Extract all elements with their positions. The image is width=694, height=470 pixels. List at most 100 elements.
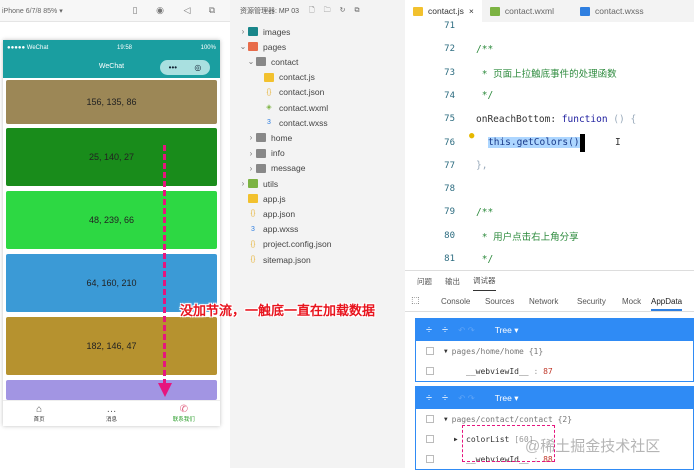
tab-item[interactable]: ✆ 联系我们 <box>159 401 209 426</box>
checkbox[interactable] <box>426 367 434 375</box>
tree-item[interactable]: › home <box>230 130 405 145</box>
volume-icon[interactable]: ◁ <box>182 5 192 16</box>
tree-item[interactable]: ⌄ pages <box>230 39 405 54</box>
tab-item[interactable]: ⌂ 首页 <box>14 401 64 426</box>
tab-label: contact.wxml <box>504 6 554 16</box>
line-number: 72 <box>444 44 455 55</box>
chevron-icon[interactable]: › <box>246 133 256 142</box>
undo-redo-icon[interactable]: ↶ ↷ <box>458 325 475 336</box>
tree-item[interactable]: {} project.config.json <box>230 237 405 252</box>
tree-label: app.js <box>263 193 286 204</box>
code-line[interactable]: 79 /** <box>405 202 694 222</box>
code-line[interactable]: 71 <box>405 16 694 36</box>
code-text: */ <box>476 253 494 265</box>
checkbox[interactable] <box>426 415 434 423</box>
tree-label: project.config.json <box>263 239 332 250</box>
tree-row[interactable]: __webviewId__ : 87 <box>416 361 693 381</box>
tree-item[interactable]: 3 app.wxss <box>230 222 405 237</box>
line-number: 75 <box>444 114 455 125</box>
close-mini-program-icon[interactable]: ◎ <box>194 60 201 75</box>
tree-item[interactable]: › images <box>230 24 405 39</box>
tree-item[interactable]: › message <box>230 161 405 176</box>
checkbox[interactable] <box>426 347 434 355</box>
simulator-toolbar: iPhone 6/7/8 85% ▾ ▯ ◉ ◁ ⧉ <box>0 0 230 22</box>
devtools-tab[interactable]: Security <box>577 293 606 311</box>
devtools-tab[interactable]: AppData <box>651 293 683 311</box>
chevron-icon[interactable]: › <box>238 179 248 188</box>
undo-redo-icon[interactable]: ↶ ↷ <box>458 393 475 404</box>
code-line[interactable]: 76 this.getColors() ● I <box>405 131 694 153</box>
code-line[interactable]: 78 <box>405 179 694 199</box>
tree-item[interactable]: {} contact.json <box>230 85 405 100</box>
tree-item[interactable]: app.js <box>230 191 405 206</box>
capsule-menu[interactable]: ••• ◎ <box>160 60 210 75</box>
devtools-tab[interactable]: Console <box>441 293 470 311</box>
tree-item[interactable]: ⌄ contact <box>230 54 405 69</box>
tree-item[interactable]: {} app.json <box>230 206 405 221</box>
code-text: }, <box>476 160 488 172</box>
devtools-tab[interactable]: Sources <box>485 293 514 311</box>
code-keyword: function <box>561 113 608 125</box>
line-number: 73 <box>444 67 455 78</box>
lightbulb-icon[interactable]: ● <box>469 131 474 141</box>
tree-item[interactable]: › utils <box>230 176 405 191</box>
wxss-file-icon: 3 <box>267 119 271 127</box>
devtools-top-tab[interactable]: 调试器 <box>473 271 496 291</box>
annotation-text: 没加节流，一触底一直在加载数据 <box>180 303 376 318</box>
record-icon[interactable]: ◉ <box>155 5 165 16</box>
code-line[interactable]: 80 * 用户点击右上角分享 <box>405 226 694 246</box>
code-line[interactable]: 74 */ <box>405 86 694 106</box>
collapse-all-icon[interactable]: ÷ <box>442 392 448 404</box>
color-label: 48, 239, 66 <box>88 215 135 225</box>
color-block: 25, 140, 27 <box>6 128 217 186</box>
detach-window-icon[interactable]: ⧉ <box>207 5 217 16</box>
home-icon: ⌂ <box>36 404 43 415</box>
code-line[interactable]: 77}, <box>405 156 694 176</box>
expand-all-icon[interactable]: ÷ <box>426 392 432 404</box>
inspect-icon[interactable]: ⬚ <box>411 295 420 306</box>
devtools-top-tab[interactable]: 输出 <box>445 271 460 291</box>
tree-mode-select[interactable]: Tree ▾ <box>495 393 519 404</box>
color-label: 182, 146, 47 <box>86 341 137 351</box>
chevron-icon[interactable]: ⌄ <box>246 57 256 66</box>
code-line[interactable]: 73 * 页面上拉触底事件的处理函数 <box>405 63 694 83</box>
collapse-all-icon[interactable]: ÷ <box>442 324 448 336</box>
expand-triangle-icon[interactable]: ▼ <box>444 416 448 423</box>
chevron-icon[interactable]: › <box>238 27 248 36</box>
file-explorer: 资源管理器: MP 03 🗋🗀↻⧉ › images ⌄ pages ⌄ contact c… <box>230 0 405 468</box>
tree-item[interactable]: ◈ contact.wxml <box>230 100 405 115</box>
explorer-actions-icon[interactable]: 🗋🗀↻⧉ <box>309 6 369 17</box>
chevron-icon[interactable]: › <box>246 149 256 158</box>
checkbox[interactable] <box>426 435 434 443</box>
tree-root-row[interactable]: ▼ pages/home/home {1} <box>416 341 693 361</box>
chevron-icon[interactable]: ⌄ <box>238 42 248 51</box>
code-line[interactable]: 81 */ <box>405 249 694 269</box>
code-editor[interactable]: contact.js × contact.wxml contact.wxss 71 72… <box>405 0 694 270</box>
more-icon[interactable]: ••• <box>169 60 177 75</box>
file-icon <box>489 6 500 16</box>
expand-all-icon[interactable]: ÷ <box>426 324 432 336</box>
code-text: this.getColors() <box>488 133 585 152</box>
tab-item[interactable]: … 消息 <box>86 401 136 426</box>
chevron-icon[interactable]: › <box>246 164 256 173</box>
devtools-tab[interactable]: Mock <box>622 293 641 311</box>
tree-item[interactable]: contact.js <box>230 70 405 85</box>
phone-icon[interactable]: ▯ <box>130 5 140 16</box>
data-value: 87 <box>543 366 553 376</box>
tree-label: contact <box>271 56 299 67</box>
devtools-top-tab[interactable]: 问题 <box>417 271 432 291</box>
tree-item[interactable]: › info <box>230 146 405 161</box>
json-file-icon: {} <box>250 210 256 218</box>
code-punct: () { <box>607 113 637 125</box>
device-select[interactable]: iPhone 6/7/8 85% ▾ <box>2 7 63 15</box>
tree-item[interactable]: 3 contact.wxss <box>230 115 405 130</box>
code-line[interactable]: 75 onReachBottom: function () { <box>405 109 694 129</box>
nav-bar: WeChat ••• ◎ <box>3 56 220 78</box>
checkbox[interactable] <box>426 455 434 463</box>
devtools-tab[interactable]: Network <box>529 293 558 311</box>
close-tab-icon[interactable]: × <box>469 6 474 16</box>
code-line[interactable]: 72 /** <box>405 39 694 59</box>
tree-mode-select[interactable]: Tree ▾ <box>495 325 519 336</box>
tree-item[interactable]: {} sitemap.json <box>230 252 405 267</box>
expand-triangle-icon[interactable]: ▼ <box>444 348 448 355</box>
